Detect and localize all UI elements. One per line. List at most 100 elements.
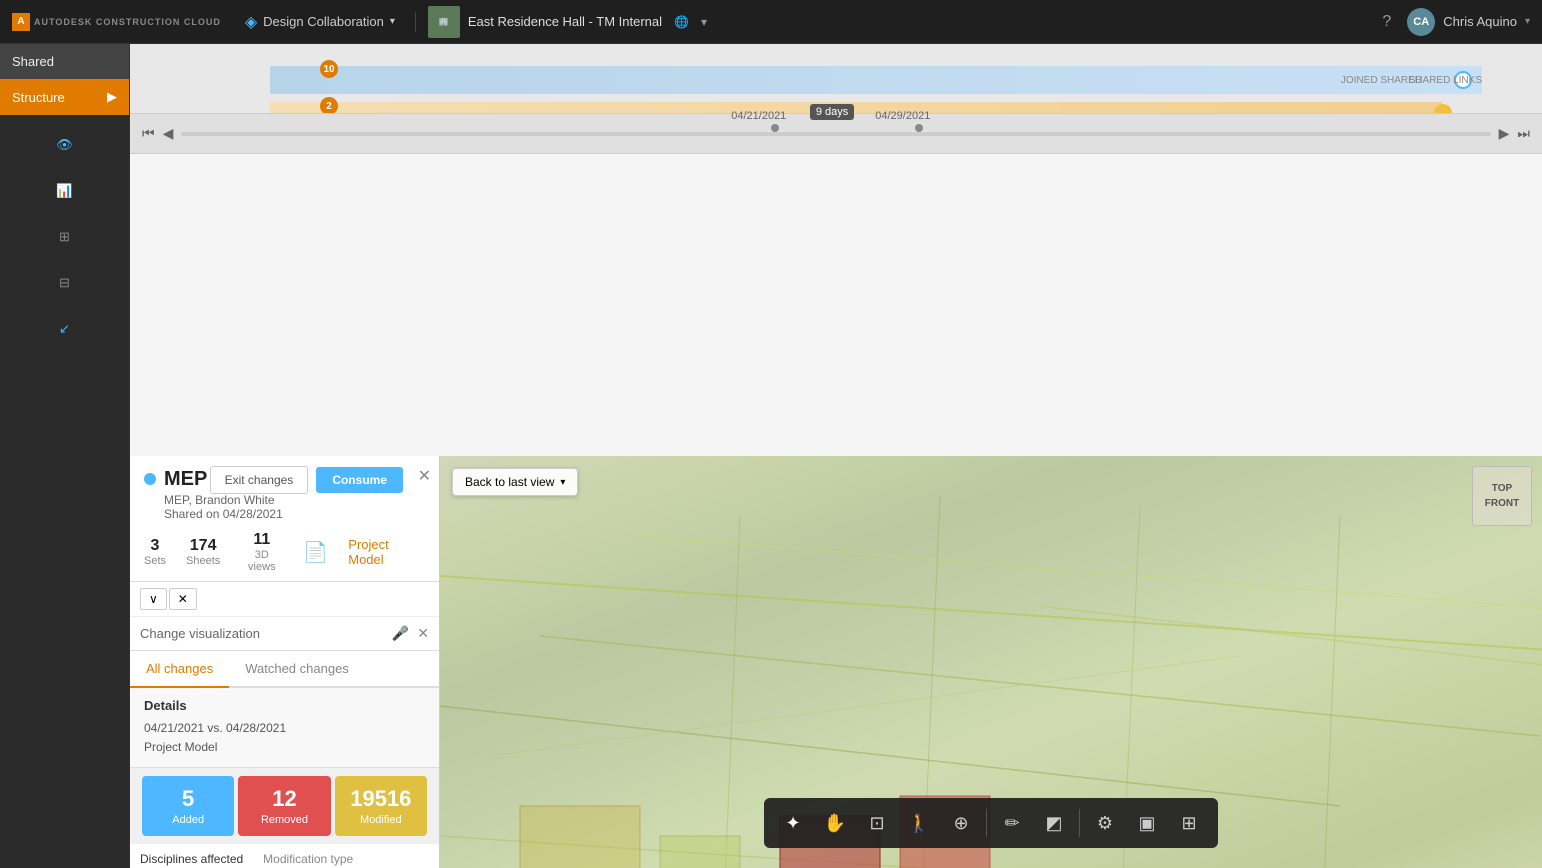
logo-icon: A [12, 13, 30, 31]
toolbar-walk-button[interactable]: 🚶 [900, 804, 938, 842]
mep-actions: Exit changes Consume [210, 466, 403, 494]
design-collaboration-button[interactable]: ◈ Design Collaboration ▾ [237, 8, 403, 36]
disc-tab-modification[interactable]: Modification type [253, 844, 363, 868]
chevron-down-icon: ▾ [390, 16, 395, 27]
toolbar-separator-2 [1079, 809, 1080, 837]
stat-sheets: 174 Sheets [186, 537, 220, 567]
top-navigation: A AUTODESK CONSTRUCTION CLOUD ◈ Design C… [0, 0, 1542, 44]
stat-views: 11 3D views [240, 531, 283, 573]
details-section: Details 04/21/2021 vs. 04/28/2021 Projec… [130, 688, 439, 768]
added-count: 5 [150, 786, 226, 812]
user-avatar: CA [1407, 8, 1435, 36]
sidebar-icon-arrow[interactable]: ↙ [43, 307, 87, 351]
close-panel-button[interactable]: ✕ [169, 588, 197, 610]
main-layout: Shared Structure ▶ 👁 📊 ⊞ ⊟ ↙ 10 JOINED S… [0, 44, 1542, 868]
bottom-toolbar: ✦ ✋ ⊡ 🚶 ⊕ ✏ ◩ ⚙ ▣ ⊞ [764, 798, 1218, 848]
added-label: Added [150, 814, 226, 826]
viewport[interactable]: Back to last view ▾ TOP FRONT ✦ ✋ ⊡ 🚶 ⊕ … [440, 456, 1542, 868]
toolbar-orbit-button[interactable]: ⊡ [858, 804, 896, 842]
stat-card-added: 5 Added [142, 776, 234, 836]
project-thumbnail: 🏢 [428, 6, 460, 38]
tab-watched-changes[interactable]: Watched changes [229, 651, 365, 688]
help-button[interactable]: ? [1382, 13, 1391, 31]
model-link-icon: 📄 [303, 540, 328, 565]
project-navigation[interactable]: 🏢 East Residence Hall - TM Internal 🌐 ▾ [428, 6, 707, 38]
toolbar-select-button[interactable]: ✦ [774, 804, 812, 842]
tabs-row: All changes Watched changes [130, 651, 439, 688]
chevron-down-button[interactable]: ∨ [140, 588, 167, 610]
stat-card-modified: 19516 Modified [335, 776, 427, 836]
content-wrapper: 10 JOINED SHARED SHARED LINKS 2 ⏮ ◀ 9 [130, 44, 1542, 868]
scrubber-prev[interactable]: ◀ [163, 125, 174, 142]
toolbar-split-button[interactable]: ⊞ [1170, 804, 1208, 842]
left-panel: MEP Update MEP, Brandon White Shared on … [130, 456, 440, 868]
vis-label: Change visualization [140, 626, 384, 641]
content-area: MEP Update MEP, Brandon White Shared on … [130, 456, 1542, 868]
sidebar-shared-button[interactable]: Shared [0, 44, 129, 79]
scrubber-thumb-left[interactable] [771, 124, 779, 132]
sidebar-structure-button[interactable]: Structure ▶ [0, 79, 129, 115]
toolbar-markup-button[interactable]: ✏ [993, 804, 1031, 842]
date-start-label: 04/21/2021 [731, 110, 786, 122]
stat-card-removed: 12 Removed [238, 776, 330, 836]
toolbar-settings-button[interactable]: ⚙ [1086, 804, 1124, 842]
toolbar-section-button[interactable]: ◩ [1035, 804, 1073, 842]
exit-changes-button[interactable]: Exit changes [210, 466, 309, 494]
date-end-label: 04/29/2021 [875, 110, 930, 122]
structure-arrow-icon: ▶ [107, 89, 117, 105]
mep-shared-date: Shared on 04/28/2021 [164, 507, 283, 521]
consume-button[interactable]: Consume [316, 467, 403, 493]
project-thumb-icon: 🏢 [439, 17, 449, 26]
scrubber-next[interactable]: ▶ [1499, 125, 1510, 142]
details-model: Project Model [144, 738, 425, 757]
tab-all-changes[interactable]: All changes [130, 651, 229, 688]
sidebar-icon-chart[interactable]: 📊 [43, 169, 87, 213]
disciplines-tabs: Disciplines affected Modification type [130, 844, 439, 868]
microphone-icon[interactable]: 🎤 [392, 625, 409, 642]
user-info[interactable]: CA Chris Aquino ▾ [1407, 8, 1530, 36]
toolbar-separator-1 [986, 809, 987, 837]
back-to-last-view-button[interactable]: Back to last view ▾ [452, 468, 578, 496]
back-btn-dropdown-icon[interactable]: ▾ [560, 477, 565, 488]
user-name: Chris Aquino [1443, 14, 1517, 29]
timeline-blue-end-label: SHARED LINKS [1409, 75, 1482, 86]
design-collab-label: Design Collaboration [263, 14, 384, 29]
timeline-area: 10 JOINED SHARED SHARED LINKS 2 ⏮ ◀ 9 [130, 44, 1542, 456]
nav-separator [415, 12, 416, 32]
nav-cube-front: FRONT [1485, 498, 1519, 509]
modified-label: Modified [343, 814, 419, 826]
details-title: Details [144, 698, 425, 713]
autodesk-logo: A AUTODESK CONSTRUCTION CLOUD [12, 13, 221, 31]
close-vis-icon[interactable]: ✕ [417, 625, 429, 642]
project-title: East Residence Hall - TM Internal [468, 14, 662, 29]
toolbar-pan-button[interactable]: ✋ [816, 804, 854, 842]
mep-subtitle: MEP, Brandon White [164, 493, 283, 507]
scrubber-prev-prev[interactable]: ⏮ [142, 125, 155, 142]
panel-controls: ∨ ✕ [130, 582, 439, 617]
collaboration-icon: ◈ [245, 12, 257, 32]
back-btn-label: Back to last view [465, 475, 554, 489]
scrubber-track[interactable]: 9 days 04/21/2021 04/29/2021 [181, 132, 1490, 136]
toolbar-focus-button[interactable]: ⊕ [942, 804, 980, 842]
days-badge: 9 days [810, 104, 854, 120]
details-dates: 04/21/2021 vs. 04/28/2021 [144, 719, 425, 738]
project-model-link[interactable]: Project Model [348, 537, 425, 567]
nav-cube[interactable]: TOP FRONT [1472, 466, 1532, 526]
structure-label: Structure [12, 90, 65, 105]
views-count: 11 [240, 531, 283, 549]
sidebar-icon-grid[interactable]: ⊟ [43, 261, 87, 305]
sidebar-icon-layers[interactable]: ⊞ [43, 215, 87, 259]
scrubber-thumb-right[interactable] [915, 124, 923, 132]
toolbar-properties-button[interactable]: ▣ [1128, 804, 1166, 842]
mep-status-indicator [144, 473, 156, 485]
close-mep-button[interactable]: ✕ [418, 466, 431, 486]
project-chevron-icon[interactable]: ▾ [701, 15, 707, 29]
removed-count: 12 [246, 786, 322, 812]
change-stats: 5 Added 12 Removed 19516 Modified [130, 768, 439, 844]
disc-tab-affected[interactable]: Disciplines affected [130, 844, 253, 868]
user-chevron-icon: ▾ [1525, 16, 1530, 27]
sidebar-icon-eye[interactable]: 👁 [43, 123, 87, 167]
scrubber-next-next[interactable]: ⏭ [1517, 125, 1530, 142]
nav-right: ? CA Chris Aquino ▾ [1382, 8, 1530, 36]
visualization-bar: Change visualization 🎤 ✕ [130, 617, 439, 651]
